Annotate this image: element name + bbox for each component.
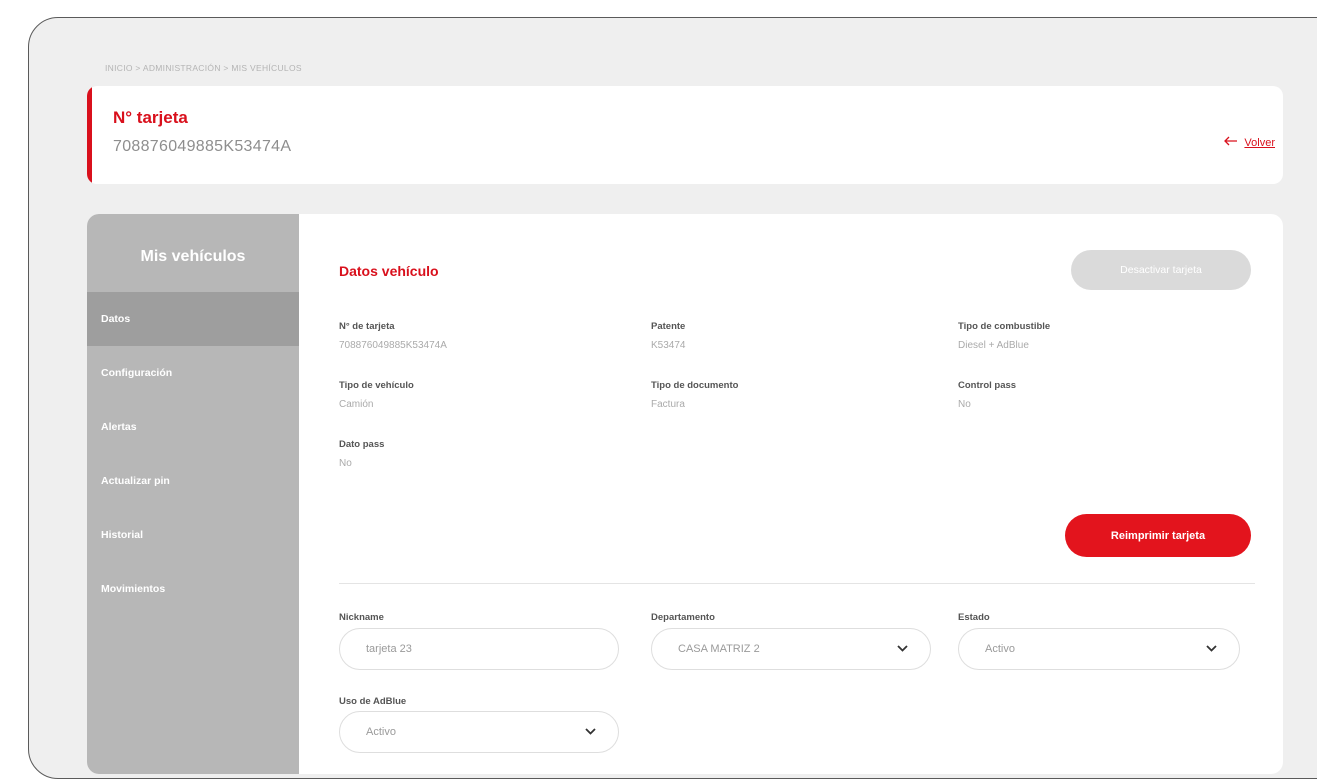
divider: [339, 583, 1255, 584]
main-content: Datos vehículo Desactivar tarjeta N° de …: [299, 214, 1283, 774]
sidebar: Mis vehículos Datos Configuración Alerta…: [87, 214, 299, 774]
field-label: Control pass: [958, 380, 1017, 391]
field-fuel-type: Tipo de combustible Diesel + AdBlue: [958, 321, 1050, 351]
field-label: Patente: [651, 321, 686, 332]
status-value: Activo: [985, 643, 1015, 655]
nickname-label: Nickname: [339, 612, 384, 623]
vehicle-details-card: Mis vehículos Datos Configuración Alerta…: [87, 214, 1283, 774]
status-select[interactable]: Activo: [958, 628, 1240, 670]
department-label: Departamento: [651, 612, 715, 623]
section-title: Datos vehículo: [339, 263, 439, 279]
field-value: Factura: [651, 399, 685, 410]
sidebar-item-label: Configuración: [101, 367, 173, 379]
sidebar-item-label: Historial: [101, 529, 144, 541]
sidebar-title: Mis vehículos: [140, 248, 246, 265]
chevron-down-icon: [897, 643, 908, 655]
sidebar-item-label: Datos: [101, 313, 131, 325]
field-value: K53474: [651, 340, 686, 351]
sidebar-item-historial[interactable]: Historial: [87, 508, 299, 562]
accent-bar: [87, 86, 92, 184]
page-title: N° tarjeta: [113, 108, 188, 127]
chevron-down-icon: [585, 726, 596, 738]
deactivate-card-button[interactable]: Desactivar tarjeta: [1071, 250, 1251, 290]
department-select[interactable]: CASA MATRIZ 2: [651, 628, 931, 670]
department-value: CASA MATRIZ 2: [678, 643, 760, 655]
field-label: N° de tarjeta: [339, 321, 395, 332]
card-number-display: 708876049885K53474A: [113, 138, 292, 155]
back-link[interactable]: Volver: [1224, 136, 1275, 149]
field-vehicle-type: Tipo de vehículo Camión: [339, 380, 414, 410]
adblue-value: Activo: [366, 726, 396, 738]
arrow-left-icon: [1224, 136, 1238, 149]
sidebar-item-datos[interactable]: Datos: [87, 292, 299, 346]
field-label: Tipo de vehículo: [339, 380, 414, 391]
sidebar-item-alertas[interactable]: Alertas: [87, 400, 299, 454]
field-value: No: [958, 399, 971, 410]
field-value: No: [339, 458, 352, 469]
field-card-number: N° de tarjeta 708876049885K53474A: [339, 321, 447, 351]
adblue-label: Uso de AdBlue: [339, 696, 407, 707]
sidebar-item-label: Alertas: [101, 421, 137, 433]
back-link-label: Volver: [1244, 136, 1275, 149]
chevron-down-icon: [1206, 643, 1217, 655]
card-header: N° tarjeta 708876049885K53474A Volver: [87, 86, 1283, 184]
field-value: Diesel + AdBlue: [958, 340, 1029, 351]
field-document-type: Tipo de documento Factura: [651, 380, 738, 410]
nickname-input[interactable]: tarjeta 23: [339, 628, 619, 670]
field-plate: Patente K53474: [651, 321, 685, 351]
status-label: Estado: [958, 612, 990, 623]
reprint-card-button[interactable]: Reimprimir tarjeta: [1065, 514, 1251, 557]
adblue-select[interactable]: Activo: [339, 711, 619, 753]
field-label: Dato pass: [339, 439, 385, 450]
sidebar-item-label: Actualizar pin: [101, 475, 170, 487]
field-pass-control: Control pass No: [958, 380, 1016, 410]
field-label: Tipo de combustible: [958, 321, 1051, 332]
field-value: 708876049885K53474A: [339, 340, 447, 351]
field-label: Tipo de documento: [651, 380, 739, 391]
sidebar-item-movimientos[interactable]: Movimientos: [87, 562, 299, 616]
sidebar-item-label: Movimientos: [101, 583, 166, 595]
app-frame: INICIO > ADMINISTRACIÓN > MIS VEHÍCULOS …: [28, 17, 1317, 779]
sidebar-item-configuracion[interactable]: Configuración: [87, 346, 299, 400]
field-value: Camión: [339, 399, 374, 410]
sidebar-item-actualizar-pin[interactable]: Actualizar pin: [87, 454, 299, 508]
nickname-value: tarjeta 23: [366, 643, 412, 655]
breadcrumb: INICIO > ADMINISTRACIÓN > MIS VEHÍCULOS: [105, 63, 302, 73]
field-pass-data: Dato pass No: [339, 439, 384, 469]
